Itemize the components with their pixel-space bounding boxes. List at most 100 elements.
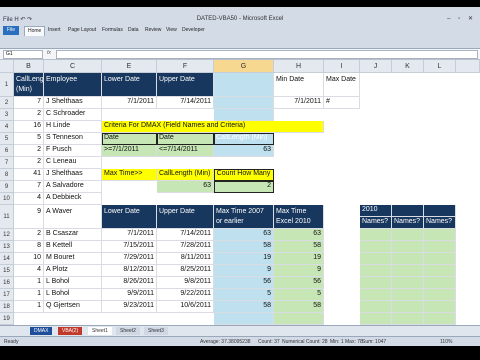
sheet-tab-dmax[interactable]: DMAX bbox=[30, 327, 53, 335]
column-header-l[interactable]: L bbox=[424, 60, 456, 73]
cell-j15[interactable] bbox=[360, 265, 392, 277]
cell-b6[interactable]: 2 bbox=[14, 145, 44, 157]
cell-e16[interactable]: 8/26/2011 bbox=[102, 277, 157, 289]
file-tab[interactable]: File bbox=[3, 26, 19, 35]
cell-f14[interactable]: 8/11/2011 bbox=[157, 253, 214, 265]
tab-page-layout[interactable]: Page Layout bbox=[68, 26, 96, 35]
cell-f17[interactable]: 9/22/2011 bbox=[157, 289, 214, 301]
column-header-j[interactable]: J bbox=[360, 60, 392, 73]
cell-j11[interactable]: 2010 bbox=[360, 205, 392, 217]
cell-h19[interactable] bbox=[274, 313, 324, 325]
column-header-k[interactable]: K bbox=[392, 60, 424, 73]
row-header-6[interactable]: 6 bbox=[0, 145, 14, 157]
cell-b10[interactable]: 4 bbox=[14, 193, 44, 205]
cell-l13[interactable] bbox=[424, 241, 456, 253]
cell-e4[interactable]: Criteria For DMAX (Field Names and Crite… bbox=[102, 121, 324, 133]
cell-g15[interactable]: 9 bbox=[214, 265, 274, 277]
cell-e17[interactable]: 9/9/2011 bbox=[102, 289, 157, 301]
fx-icon[interactable]: fx bbox=[47, 50, 51, 56]
cell-k17[interactable] bbox=[392, 289, 424, 301]
cell-j16[interactable] bbox=[360, 277, 392, 289]
cell-g2[interactable] bbox=[214, 97, 274, 109]
cell-g18[interactable]: 58 bbox=[214, 301, 274, 313]
row-header-14[interactable]: 14 bbox=[0, 253, 14, 265]
cell-j18[interactable] bbox=[360, 301, 392, 313]
cell-f11[interactable]: Upper Date bbox=[157, 205, 214, 229]
name-box[interactable]: G1 bbox=[3, 50, 43, 59]
row-header-3[interactable]: 3 bbox=[0, 109, 14, 121]
cell-c11[interactable]: A Waver bbox=[44, 205, 102, 229]
cell-b12[interactable]: 2 bbox=[14, 229, 44, 241]
cell-h18[interactable]: 58 bbox=[274, 301, 324, 313]
cell-c16[interactable]: L Bohol bbox=[44, 277, 102, 289]
tab-review[interactable]: Review bbox=[145, 26, 161, 35]
cell-l12[interactable] bbox=[424, 229, 456, 241]
cell-f5[interactable]: Date bbox=[157, 133, 214, 145]
cell-b13[interactable]: 8 bbox=[14, 241, 44, 253]
cell-b14[interactable]: 10 bbox=[14, 253, 44, 265]
cell-k19[interactable] bbox=[392, 313, 424, 325]
cell-b17[interactable]: 1 bbox=[14, 289, 44, 301]
row-header-12[interactable]: 12 bbox=[0, 229, 14, 241]
cell-g6[interactable]: 63 bbox=[214, 145, 274, 157]
cell-b5[interactable]: 5 bbox=[14, 133, 44, 145]
cell-c7[interactable]: C Leneau bbox=[44, 157, 102, 169]
cell-c2[interactable]: J Shelthaas bbox=[44, 97, 102, 109]
cell-g8[interactable]: Count How Many bbox=[214, 169, 274, 181]
cell-e2[interactable]: 7/1/2011 bbox=[102, 97, 157, 109]
cell-b9[interactable]: 7 bbox=[14, 181, 44, 193]
cell-g12[interactable]: 63 bbox=[214, 229, 274, 241]
cell-k11[interactable]: Names? bbox=[392, 217, 424, 229]
tab-insert[interactable]: Insert bbox=[48, 26, 61, 35]
row-header-16[interactable]: 16 bbox=[0, 277, 14, 289]
cell-e14[interactable]: 7/29/2011 bbox=[102, 253, 157, 265]
cell-h14[interactable]: 19 bbox=[274, 253, 324, 265]
row-header-15[interactable]: 15 bbox=[0, 265, 14, 277]
cell-c14[interactable]: M Bouret bbox=[44, 253, 102, 265]
cell-e1[interactable]: Lower Date bbox=[102, 73, 157, 97]
tab-home[interactable]: Home bbox=[24, 26, 46, 36]
formula-input[interactable] bbox=[56, 50, 478, 59]
cell-f18[interactable]: 10/6/2011 bbox=[157, 301, 214, 313]
cell-e11[interactable]: Lower Date bbox=[102, 205, 157, 229]
cell-g1[interactable] bbox=[214, 73, 274, 97]
column-header-c[interactable]: C bbox=[44, 60, 102, 73]
cell-b3[interactable]: 2 bbox=[14, 109, 44, 121]
cell-b1[interactable]: CallLength (Min) bbox=[14, 73, 44, 97]
cell-c5[interactable]: S Tenneson bbox=[44, 133, 102, 145]
column-header-h[interactable]: H bbox=[274, 60, 324, 73]
row-header-17[interactable]: 17 bbox=[0, 289, 14, 301]
cell-g11[interactable]: Max Time 2007 or earlier bbox=[214, 205, 274, 229]
sheet-tab-vba2[interactable]: VBA(2) bbox=[58, 327, 83, 335]
window-controls[interactable]: – ▫ ✕ bbox=[447, 15, 476, 22]
row-header-5[interactable]: 5 bbox=[0, 133, 14, 145]
column-header-f[interactable]: F bbox=[157, 60, 214, 73]
cell-f13[interactable]: 7/28/2011 bbox=[157, 241, 214, 253]
cell-c6[interactable]: F Pusch bbox=[44, 145, 102, 157]
zoom-level[interactable]: 110% bbox=[440, 338, 452, 346]
row-header-2[interactable]: 2 bbox=[0, 97, 14, 109]
cell-k12[interactable] bbox=[392, 229, 424, 241]
cell-f9[interactable]: 63 bbox=[157, 181, 214, 193]
cell-l19[interactable] bbox=[424, 313, 456, 325]
cell-l16[interactable] bbox=[424, 277, 456, 289]
cell-j19[interactable] bbox=[360, 313, 392, 325]
cell-f8[interactable]: CallLength (Min) bbox=[157, 169, 214, 181]
cell-j13[interactable] bbox=[360, 241, 392, 253]
cell-b4[interactable]: 16 bbox=[14, 121, 44, 133]
cell-b2[interactable]: 7 bbox=[14, 97, 44, 109]
row-header-11[interactable]: 11 bbox=[0, 205, 14, 229]
row-header-19[interactable]: 19 bbox=[0, 313, 14, 325]
cell-b15[interactable]: 4 bbox=[14, 265, 44, 277]
cell-c4[interactable]: H Linde bbox=[44, 121, 102, 133]
cell-h15[interactable]: 9 bbox=[274, 265, 324, 277]
cell-b7[interactable]: 2 bbox=[14, 157, 44, 169]
cell-f15[interactable]: 8/25/2011 bbox=[157, 265, 214, 277]
cell-e5[interactable]: Date bbox=[102, 133, 157, 145]
cell-k14[interactable] bbox=[392, 253, 424, 265]
row-header-10[interactable]: 10 bbox=[0, 193, 14, 205]
row-header-13[interactable]: 13 bbox=[0, 241, 14, 253]
tab-view[interactable]: View bbox=[166, 26, 177, 35]
cell-h16[interactable]: 56 bbox=[274, 277, 324, 289]
cell-c18[interactable]: Q Gjertsen bbox=[44, 301, 102, 313]
